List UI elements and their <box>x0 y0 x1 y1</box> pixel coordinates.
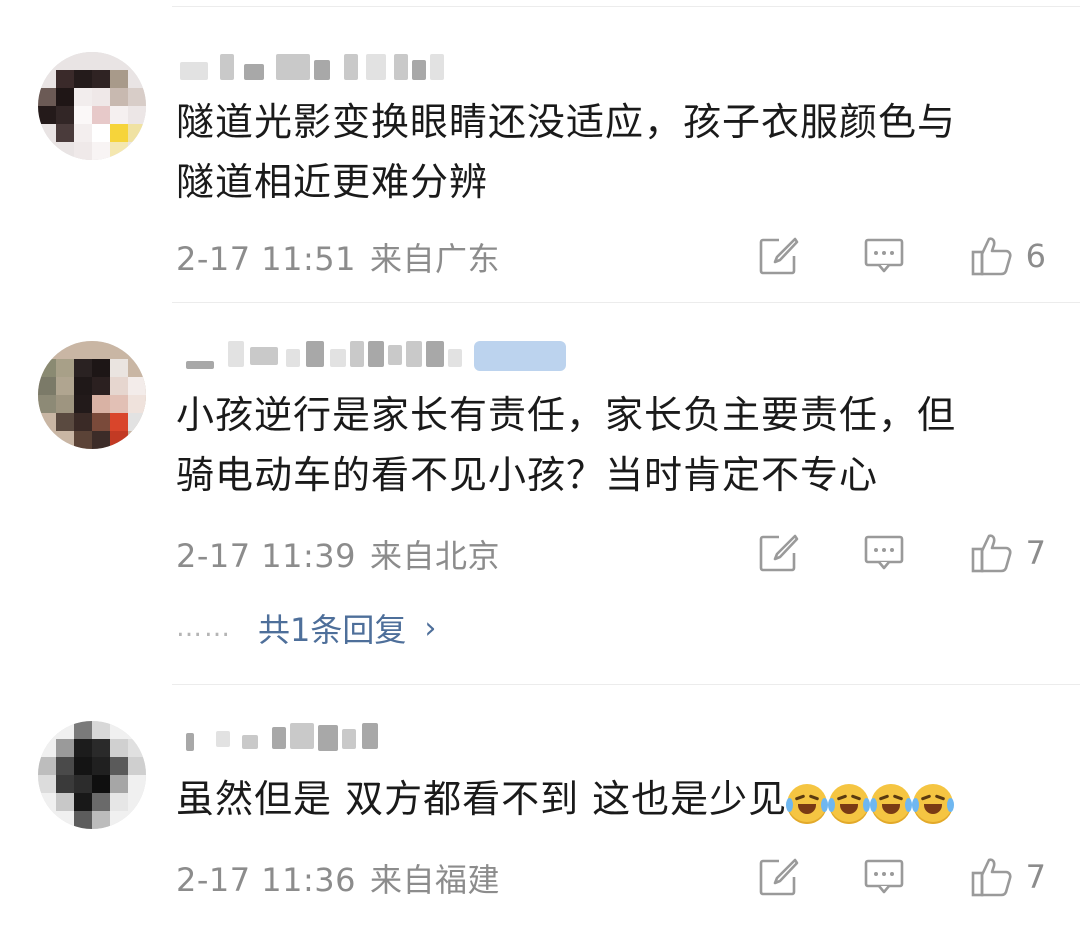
laugh-cry-emoji <box>912 784 955 824</box>
chevron-right-icon: › <box>424 610 437 646</box>
username-redacted[interactable] <box>180 723 420 753</box>
repost-button[interactable] <box>754 529 802 577</box>
comment-text: 小孩逆行是家长有责任，家长负主要责任，但 骑电动车的看不见小孩？当时肯定不专心 <box>176 385 1056 505</box>
avatar[interactable] <box>38 341 146 449</box>
laugh-cry-emoji <box>870 784 913 824</box>
repost-icon <box>759 237 798 275</box>
thumbs-up-icon <box>971 858 1012 897</box>
like-button[interactable]: 6 <box>970 234 1046 278</box>
replies-dots: …… <box>176 613 232 643</box>
comment-text-line: 骑电动车的看不见小孩？当时肯定不专心 <box>176 453 879 497</box>
thumbs-up-icon <box>971 237 1012 276</box>
repost-icon <box>759 534 798 572</box>
view-replies-link[interactable]: 共1条回复 › <box>258 605 436 651</box>
comment-text: 隧道光影变换眼睛还没适应，孩子衣服颜色与 隧道相近更难分辨 <box>176 92 1056 212</box>
comment-button[interactable] <box>860 853 908 901</box>
username-redacted[interactable] <box>180 341 580 371</box>
comment-location: 来自广东 <box>370 240 501 278</box>
comment-text: 虽然但是 双方都看不到 这也是少见 <box>176 769 1056 832</box>
comment-location: 来自北京 <box>370 537 501 575</box>
laugh-cry-emoji <box>828 784 871 824</box>
comment-meta: 2-17 11:36 来自福建 <box>176 855 500 901</box>
username-redacted[interactable] <box>180 54 460 84</box>
comment-button[interactable] <box>860 232 908 280</box>
comment-button[interactable] <box>860 529 908 577</box>
replies-row: …… 共1条回复 › <box>176 605 436 651</box>
like-count: 7 <box>1025 858 1046 896</box>
like-button[interactable]: 7 <box>970 855 1046 899</box>
comment-actions: 6 <box>696 232 1046 280</box>
comment-meta: 2-17 11:51 来自广东 <box>176 234 500 280</box>
comment-icon <box>864 535 903 570</box>
repost-button[interactable] <box>754 853 802 901</box>
comment-time: 2-17 11:39 <box>176 537 357 575</box>
comment-time: 2-17 11:36 <box>176 861 357 899</box>
comment-actions: 7 <box>696 529 1046 577</box>
repost-button[interactable] <box>754 232 802 280</box>
comment-actions: 7 <box>696 853 1046 901</box>
like-count: 6 <box>1025 237 1046 275</box>
avatar[interactable] <box>38 52 146 160</box>
comment-text-line: 隧道相近更难分辨 <box>176 160 489 204</box>
comment-icon <box>864 238 903 273</box>
comment-location: 来自福建 <box>370 861 501 899</box>
replies-label: 共1条回复 <box>258 611 407 649</box>
comment-item: 小孩逆行是家长有责任，家长负主要责任，但 骑电动车的看不见小孩？当时肯定不专心 … <box>0 303 1080 683</box>
emoji-row <box>786 772 955 832</box>
comment-time: 2-17 11:51 <box>176 240 357 278</box>
comment-item: 虽然但是 双方都看不到 这也是少见 2-17 11:36 来自福建 7 <box>0 685 1080 929</box>
repost-icon <box>759 858 798 896</box>
laugh-cry-emoji <box>786 784 829 824</box>
comment-item: 隧道光影变换眼睛还没适应，孩子衣服颜色与 隧道相近更难分辨 2-17 11:51… <box>0 0 1080 300</box>
avatar[interactable] <box>38 721 146 829</box>
comment-text-line: 虽然但是 双方都看不到 这也是少见 <box>176 777 788 821</box>
thumbs-up-icon <box>971 534 1012 573</box>
like-count: 7 <box>1025 534 1046 572</box>
comment-text-line: 小孩逆行是家长有责任，家长负主要责任，但 <box>176 393 957 437</box>
comment-meta: 2-17 11:39 来自北京 <box>176 531 500 577</box>
like-button[interactable]: 7 <box>970 531 1046 575</box>
comment-text-line: 隧道光影变换眼睛还没适应，孩子衣服颜色与 <box>176 100 957 144</box>
comment-icon <box>864 859 903 894</box>
